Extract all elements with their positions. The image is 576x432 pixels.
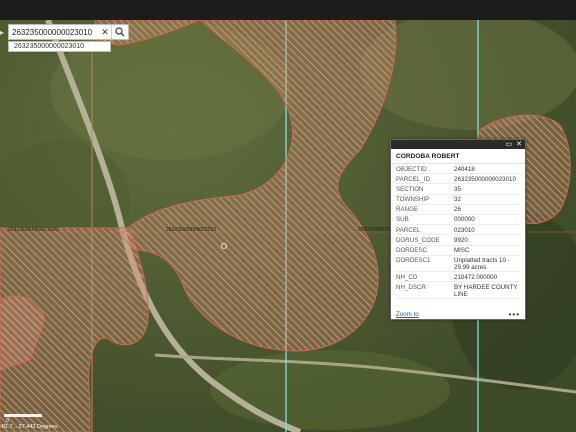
close-icon[interactable]: ✕ [516,140,522,149]
attribute-value: MISC [454,247,470,254]
attribute-value: 023010 [454,226,475,234]
zoom-to-link[interactable]: Zoom to [396,311,419,318]
attribute-row: DORDESC MISC [396,246,520,256]
attribute-row: PARCEL 023010 [396,225,520,236]
attribute-row: DORUS_CODE 9920 [396,235,520,246]
parcel-label: 263235000000023010 [166,227,216,233]
attribute-row: DORDESC1 Unplatted tracts 10 - 29.99 acre… [396,256,520,273]
attribute-key: DORDESC1 [396,257,431,265]
feature-popup: ▭ ✕ CORDOBA ROBERT OBJECTID 240418 PARCEL_… [390,139,526,320]
search-icon [115,27,125,37]
attribute-value: BY HARDEE COUNTY LINE [454,283,518,298]
attribute-value: Unplatted tracts 10 - 29.99 acres [454,257,510,272]
attribute-value: 35 [454,185,461,193]
clear-search-button[interactable]: ✕ [99,27,111,38]
attribute-row: SECTION 35 [396,184,520,195]
attribute-row: RANGE 26 [396,205,520,215]
popup-header-bar: ▭ ✕ [391,140,525,149]
attribute-value: 26 [454,206,461,214]
attribute-key: SECTION [396,185,424,193]
maximize-icon[interactable]: ▭ [506,140,513,149]
attribute-row: NH_DSCR BY HARDEE COUNTY LINE [396,282,520,299]
attribute-key: SUB [396,216,409,224]
attribute-key: NH_DSCR [396,283,426,291]
search-box[interactable]: 263235000000023010 ✕ [8,24,129,40]
attribute-key: NH_CD [396,273,418,281]
attribute-value: 000000 [454,216,475,224]
attribute-value: 210472.000000 [454,273,498,281]
coordinate-readout: -81.7... 27.442 Degrees [0,424,58,430]
attribute-key: DORUS_CODE [396,236,440,244]
parcel-label: 263235000000021020 [8,227,58,233]
search-input[interactable]: 263235000000023010 [9,28,99,37]
attribute-key: PARCEL_ID [396,175,430,183]
search-button[interactable] [111,25,128,39]
attribute-key: TOWNSHIP [396,196,430,204]
attribute-key: OBJECTID [396,165,427,173]
attribute-key: DORDESC [396,247,427,254]
scale-bar [4,414,42,417]
attribute-value: 240418 [454,165,475,173]
popup-footer: Zoom to ••• [391,309,525,319]
attribute-row: TOWNSHIP 32 [396,195,520,205]
search-suggestion[interactable]: 263235000000023010 [8,41,111,52]
attribute-row: PARCEL_ID 263235000000023010 [396,174,520,185]
attribute-row: OBJECTID 240418 [396,164,520,175]
attribute-value: 9920 [454,236,468,244]
attribute-value: 263235000000023010 [454,175,516,183]
top-toolbar [0,0,576,20]
popup-title: CORDOBA ROBERT [391,149,525,164]
more-options-button[interactable]: ••• [509,310,520,319]
attribute-key: PARCEL [396,226,421,234]
attribute-table: OBJECTID 240418 PARCEL_ID 26323500000002301… [391,164,525,299]
menu-arrow-icon[interactable]: ▸ [0,28,6,37]
attribute-row: SUB 000000 [396,215,520,226]
attribute-key: RANGE [396,206,419,214]
attribute-row: NH_CD 210472.000000 [396,272,520,283]
attribute-value: 32 [454,196,461,204]
